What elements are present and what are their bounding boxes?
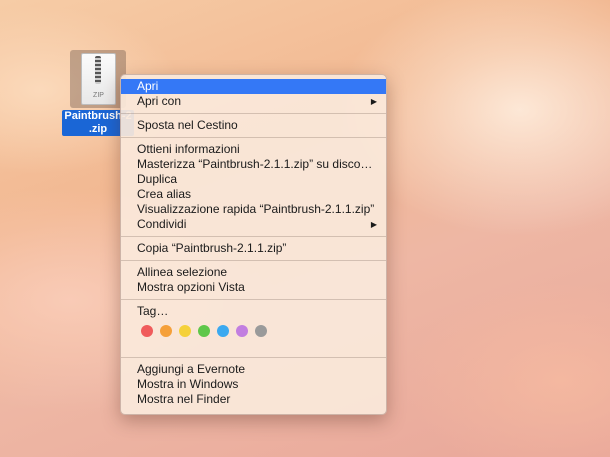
menu-item-share[interactable]: Condividi ▶ — [121, 217, 386, 232]
tag-green-dot[interactable] — [198, 325, 210, 337]
tag-blue-dot[interactable] — [217, 325, 229, 337]
menu-item-add-evernote[interactable]: Aggiungi a Evernote — [121, 362, 386, 377]
menu-item-view-options[interactable]: Mostra opzioni Vista — [121, 280, 386, 295]
tag-orange-dot[interactable] — [160, 325, 172, 337]
tag-colors-row — [121, 319, 386, 343]
menu-item-tags[interactable]: Tag… — [121, 304, 386, 319]
menu-separator — [121, 299, 386, 300]
submenu-arrow-icon: ▶ — [370, 97, 377, 106]
menu-item-move-to-trash[interactable]: Sposta nel Cestino — [121, 118, 386, 133]
desktop: { "file": { "label_line1": "Paintbrush-2… — [0, 0, 610, 457]
menu-separator — [121, 113, 386, 114]
menu-item-duplicate[interactable]: Duplica — [121, 172, 386, 187]
submenu-arrow-icon: ▶ — [370, 220, 377, 229]
menu-separator — [121, 137, 386, 138]
tag-yellow-dot[interactable] — [179, 325, 191, 337]
tag-gray-dot[interactable] — [255, 325, 267, 337]
zip-archive-icon: ZIP — [70, 50, 126, 108]
menu-item-get-info[interactable]: Ottieni informazioni — [121, 142, 386, 157]
tag-red-dot[interactable] — [141, 325, 153, 337]
menu-separator — [121, 357, 386, 358]
menu-item-copy[interactable]: Copia “Paintbrush-2.1.1.zip” — [121, 241, 386, 256]
menu-item-show-windows[interactable]: Mostra in Windows — [121, 377, 386, 392]
menu-separator — [121, 260, 386, 261]
menu-item-burn[interactable]: Masterizza “Paintbrush-2.1.1.zip” su dis… — [121, 157, 386, 172]
zip-type-label: ZIP — [93, 92, 104, 99]
menu-separator — [121, 236, 386, 237]
menu-item-clean-up[interactable]: Allinea selezione — [121, 265, 386, 280]
menu-item-quick-look[interactable]: Visualizzazione rapida “Paintbrush-2.1.1… — [121, 202, 386, 217]
menu-item-make-alias[interactable]: Crea alias — [121, 187, 386, 202]
menu-item-open[interactable]: Apri — [121, 79, 386, 94]
context-menu: Apri Apri con ▶ Sposta nel Cestino Ottie… — [120, 74, 387, 415]
tag-purple-dot[interactable] — [236, 325, 248, 337]
menu-item-open-with[interactable]: Apri con ▶ — [121, 94, 386, 109]
menu-item-show-finder[interactable]: Mostra nel Finder — [121, 392, 386, 407]
